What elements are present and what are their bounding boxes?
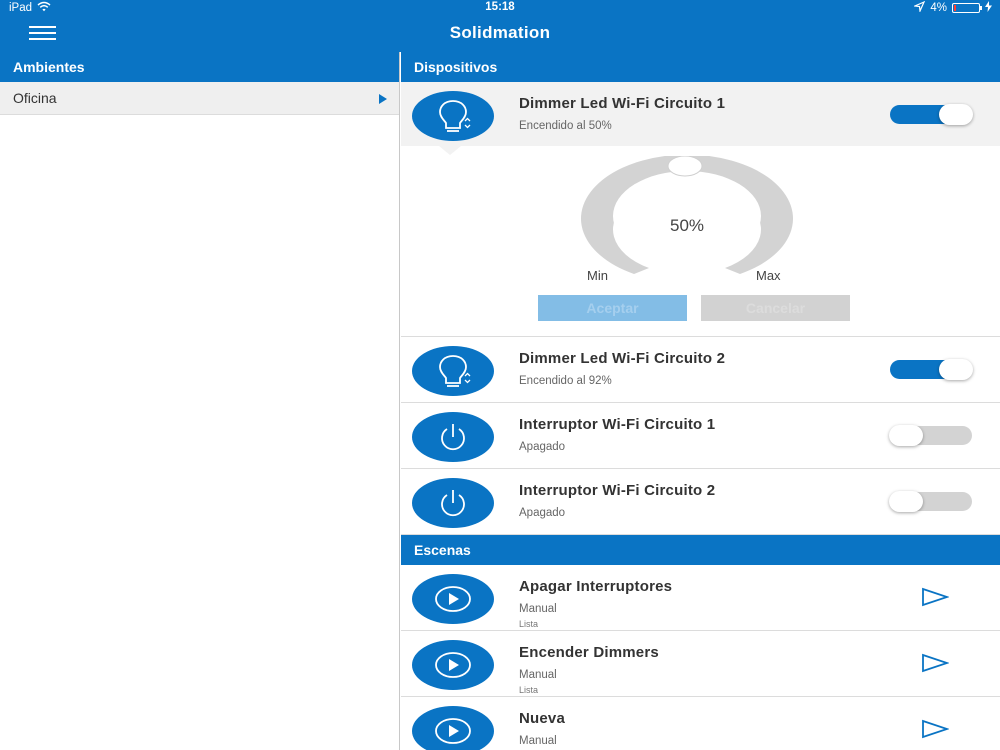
- location-icon: [913, 0, 926, 15]
- lightbulb-dimmer-icon: [412, 346, 494, 396]
- scene-mode: Manual: [519, 603, 557, 615]
- scene-state: Lista: [519, 619, 539, 629]
- detail-panel: Dispositivos Dimmer Led Wi-Fi Circuito 1…: [401, 52, 1000, 750]
- escenas-header: Escenas: [401, 535, 1000, 565]
- device-toggle[interactable]: [889, 491, 972, 512]
- device-row-dimmer-2[interactable]: Dimmer Led Wi-Fi Circuito 2 Encendido al…: [401, 337, 1000, 403]
- battery-percent: 4%: [930, 2, 947, 14]
- play-scene-icon[interactable]: [921, 653, 950, 678]
- ambientes-header: Ambientes: [0, 52, 399, 82]
- power-icon: [412, 478, 494, 528]
- lightbulb-dimmer-icon: [412, 91, 494, 141]
- device-row-dimmer-1[interactable]: Dimmer Led Wi-Fi Circuito 1 Encendido al…: [401, 82, 1000, 146]
- dial-max-label: Max: [756, 268, 781, 283]
- device-row-switch-2[interactable]: Interruptor Wi-Fi Circuito 2 Apagado: [401, 469, 1000, 535]
- accept-button[interactable]: Aceptar: [538, 295, 687, 321]
- device-toggle[interactable]: [889, 425, 972, 446]
- play-scene-icon[interactable]: [921, 719, 950, 744]
- scene-row[interactable]: Apagar Interruptores Manual Lista: [401, 565, 1000, 631]
- device-toggle[interactable]: [890, 104, 973, 125]
- status-bar: iPad 15:18 4%: [0, 0, 1000, 16]
- power-icon: [412, 412, 494, 462]
- device-row-switch-1[interactable]: Interruptor Wi-Fi Circuito 1 Apagado: [401, 403, 1000, 469]
- scene-mode: Manual: [519, 735, 557, 747]
- scene-title: Apagar Interruptores: [519, 578, 673, 595]
- panel-pointer: [439, 146, 461, 155]
- dimmer-panel: 50% Min Max Aceptar Cancelar: [401, 146, 1000, 337]
- charging-icon: [985, 1, 992, 15]
- scene-row[interactable]: Nueva Manual: [401, 697, 1000, 750]
- device-title: Dimmer Led Wi-Fi Circuito 2: [519, 350, 726, 367]
- ambiente-label: Oficina: [13, 90, 57, 106]
- scene-title: Nueva: [519, 710, 566, 727]
- play-circle-icon: [412, 574, 494, 624]
- device-status: Apagado: [519, 441, 566, 453]
- play-scene-icon[interactable]: [921, 587, 950, 612]
- top-bar: iPad 15:18 4% Solidmation: [0, 0, 1000, 52]
- ambientes-panel: Ambientes Oficina: [0, 52, 400, 750]
- device-status: Apagado: [519, 507, 566, 519]
- device-status: Encendido al 50%: [519, 120, 612, 132]
- dial-min-label: Min: [587, 268, 608, 283]
- scene-title: Encender Dimmers: [519, 644, 659, 661]
- battery-icon: [952, 3, 982, 13]
- device-status: Encendido al 92%: [519, 375, 612, 387]
- dispositivos-header: Dispositivos: [401, 52, 1000, 82]
- chevron-right-icon: [379, 94, 387, 104]
- scene-mode: Manual: [519, 669, 557, 681]
- dimmer-dial[interactable]: 50%: [579, 154, 795, 278]
- clock: 15:18: [485, 1, 515, 13]
- scene-state: Lista: [519, 685, 539, 695]
- scene-row[interactable]: Encender Dimmers Manual Lista: [401, 631, 1000, 697]
- cancel-button[interactable]: Cancelar: [701, 295, 850, 321]
- device-title: Interruptor Wi-Fi Circuito 1: [519, 416, 716, 433]
- dimmer-value: 50%: [669, 216, 705, 235]
- device-title: Interruptor Wi-Fi Circuito 2: [519, 482, 716, 499]
- device-toggle[interactable]: [890, 359, 973, 380]
- dial-knob: [667, 155, 703, 177]
- app-title: Solidmation: [449, 23, 551, 42]
- play-circle-icon: [412, 640, 494, 690]
- device-title: Dimmer Led Wi-Fi Circuito 1: [519, 95, 726, 112]
- ambiente-item-oficina[interactable]: Oficina: [0, 82, 399, 115]
- play-circle-icon: [412, 706, 494, 750]
